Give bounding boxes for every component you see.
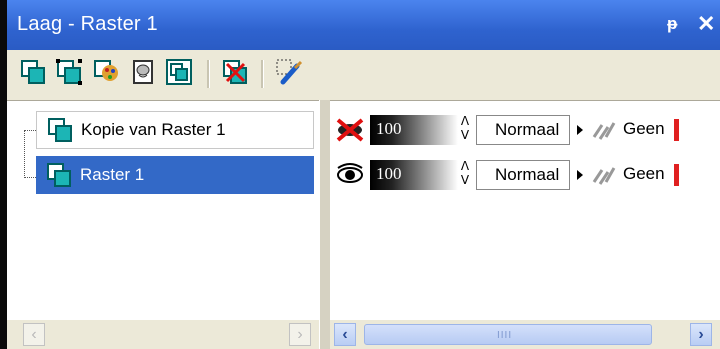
tree-connector xyxy=(24,130,25,178)
new-art-media-layer-button[interactable] xyxy=(91,56,123,88)
new-mask-layer-button[interactable] xyxy=(127,56,159,88)
layers-palette: Laag - Raster 1 ᵽ ✕ Kopie van Raster 1 R… xyxy=(0,0,720,349)
layer-properties-row: 100 ᐱᐯ Normaal Geen xyxy=(330,156,720,194)
tree-connector xyxy=(24,130,36,131)
blend-mode-value: Normaal xyxy=(495,120,560,139)
lock-indicator xyxy=(674,119,679,141)
layer-name: Kopie van Raster 1 xyxy=(81,120,226,139)
tree-horizontal-scrollbar[interactable]: ‹ › xyxy=(7,320,319,349)
link-icon[interactable] xyxy=(588,162,618,188)
raster-layer-icon xyxy=(47,163,71,187)
group-link-value: Geen xyxy=(623,119,665,138)
opacity-slider[interactable]: 100 xyxy=(370,160,458,190)
pin-icon[interactable]: ᵽ xyxy=(667,14,677,34)
lock-indicator xyxy=(674,164,679,186)
opacity-value: 100 xyxy=(376,164,402,183)
palette-title-bar[interactable]: Laag - Raster 1 ᵽ ✕ xyxy=(7,0,720,50)
layers-toolbar xyxy=(7,50,720,98)
mask-layer-icon xyxy=(133,60,153,84)
link-icon[interactable] xyxy=(588,117,618,143)
scroll-left-icon[interactable]: ‹ xyxy=(23,323,45,346)
layer-properties-row: 100 ᐱᐯ Normaal Geen xyxy=(330,111,720,149)
blend-mode-select[interactable]: Normaal xyxy=(476,115,570,145)
new-raster-layer-icon xyxy=(21,60,45,84)
layer-group-icon xyxy=(166,59,192,85)
opacity-spinner[interactable]: ᐱᐯ xyxy=(458,114,472,146)
close-icon[interactable]: ✕ xyxy=(697,11,715,37)
chevron-right-icon[interactable] xyxy=(574,120,586,140)
layer-row-raster-1[interactable]: Raster 1 xyxy=(36,156,314,194)
new-layer-group-button[interactable] xyxy=(163,56,195,88)
layer-row-kopie-van-raster-1[interactable]: Kopie van Raster 1 xyxy=(36,111,314,149)
opacity-spinner[interactable]: ᐱᐯ xyxy=(458,159,472,191)
scroll-left-icon[interactable]: ‹ xyxy=(334,323,356,346)
thumb-grip: IIII xyxy=(497,330,513,341)
delete-layer-button[interactable] xyxy=(219,56,251,88)
chevron-right-icon[interactable] xyxy=(574,165,586,185)
new-vector-layer-icon xyxy=(56,59,82,85)
opacity-slider[interactable]: 100 xyxy=(370,115,458,145)
tree-connector xyxy=(24,177,36,178)
toolbar-separator xyxy=(207,60,210,88)
edit-selection-button[interactable] xyxy=(273,56,305,88)
hidden-eye-icon[interactable] xyxy=(334,117,366,143)
layer-name: Raster 1 xyxy=(80,165,145,184)
raster-layer-icon xyxy=(48,118,72,142)
palette-title: Laag - Raster 1 xyxy=(17,13,158,35)
eye-icon[interactable] xyxy=(334,162,366,188)
blend-mode-value: Normaal xyxy=(495,165,560,184)
edit-selection-icon xyxy=(276,59,303,85)
toolbar-separator xyxy=(261,60,264,88)
art-media-layer-icon xyxy=(94,60,118,81)
scroll-right-icon[interactable]: › xyxy=(289,323,311,346)
scrollbar-thumb[interactable]: IIII xyxy=(364,324,652,345)
blend-mode-select[interactable]: Normaal xyxy=(476,160,570,190)
delete-layer-icon xyxy=(223,60,247,84)
opacity-value: 100 xyxy=(376,119,402,138)
group-link-value: Geen xyxy=(623,164,665,183)
scroll-right-icon[interactable]: › xyxy=(690,323,712,346)
window-edge xyxy=(0,0,7,349)
new-raster-layer-button[interactable] xyxy=(17,56,49,88)
properties-horizontal-scrollbar[interactable]: ‹ IIII › xyxy=(330,320,720,349)
new-vector-layer-button[interactable] xyxy=(53,56,85,88)
